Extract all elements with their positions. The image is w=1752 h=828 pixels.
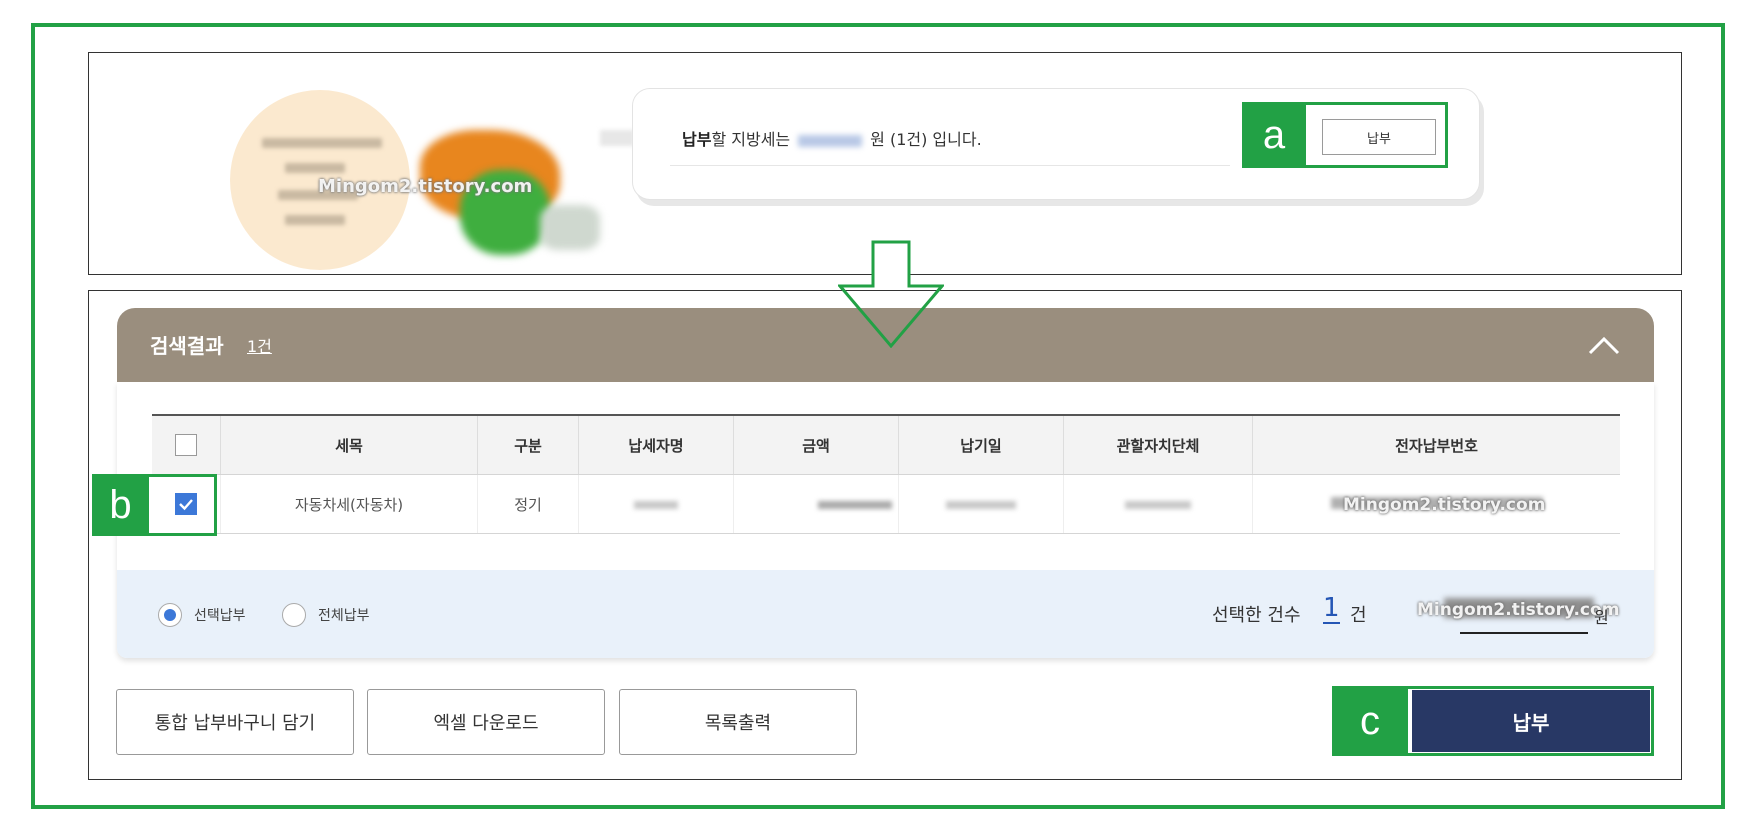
due-date-cell (898, 474, 1064, 534)
radio-all-label: 전체납부 (318, 608, 370, 624)
notice-text: 납부할 지방세는 원 (1건) 입니다. (682, 126, 982, 150)
blurred-value (946, 501, 1016, 509)
blurred-value (634, 501, 678, 509)
selected-count-label: 선택한 건수 (1212, 605, 1301, 626)
radio-all-payment[interactable] (282, 603, 306, 627)
annotation-a-label: a (1242, 102, 1306, 168)
chevron-up-icon[interactable] (1584, 326, 1624, 366)
col-header: 구분 (477, 414, 579, 475)
blurred-amount (798, 134, 863, 147)
blurred-value (1125, 501, 1191, 509)
total-underline (1460, 632, 1588, 634)
blurred-text-line (285, 163, 345, 173)
col-header: 관할자치단체 (1063, 414, 1253, 475)
amount-cell (733, 474, 899, 534)
annotation-c-label: c (1332, 686, 1408, 756)
results-title: 검색결과 (150, 334, 224, 358)
results-header (117, 308, 1654, 382)
results-count[interactable]: 1건 (247, 333, 272, 357)
col-header: 금액 (733, 414, 899, 475)
selected-count-unit: 건 (1350, 605, 1367, 626)
type-cell: 정기 (477, 474, 579, 534)
col-header: 전자납부번호 (1252, 414, 1620, 475)
col-header: 세목 (220, 414, 478, 475)
table-row: 자동차세(자동차) 정기 Mingom2.tistory.com (152, 474, 1620, 534)
add-to-cart-button[interactable]: 통합 납부바구니 담기 (116, 689, 354, 755)
notice-prefix: 할 지방세는 (711, 130, 791, 149)
blurred-text-line (285, 215, 345, 225)
col-header: 납기일 (898, 414, 1064, 475)
divider (670, 165, 1230, 166)
print-list-button[interactable]: 목록출력 (619, 689, 857, 755)
notice-suffix: 원 (1건) 입니다. (870, 130, 982, 149)
e-payment-number-cell: Mingom2.tistory.com (1252, 474, 1620, 534)
select-all-cell (152, 414, 221, 475)
blurred-text-line (262, 138, 382, 148)
municipality-cell (1063, 474, 1253, 534)
notice-pay-button[interactable]: 납부 (1322, 119, 1436, 155)
radio-selected-label: 선택납부 (194, 608, 246, 624)
col-header: 납세자명 (578, 414, 734, 475)
taxpayer-cell (578, 474, 734, 534)
excel-download-button[interactable]: 엑셀 다운로드 (367, 689, 605, 755)
bubble-tail (600, 130, 634, 146)
tax-item-cell: 자동차세(자동차) (220, 474, 478, 534)
blurred-value (818, 501, 892, 509)
total-unit: 원 (1594, 608, 1609, 627)
mascot-image-detail (540, 205, 600, 250)
results-table: 세목 구분 납세자명 금액 납기일 관할자치단체 전자납부번호 자동차세(자동차… (152, 414, 1620, 534)
table-header-row: 세목 구분 납세자명 금액 납기일 관할자치단체 전자납부번호 (152, 414, 1620, 475)
watermark: Mingom2.tistory.com (1343, 495, 1546, 515)
select-all-checkbox[interactable] (175, 434, 197, 456)
notice-bold: 납부 (682, 130, 712, 149)
radio-selected-payment[interactable] (158, 603, 182, 627)
watermark: Mingom2.tistory.com (1417, 600, 1620, 620)
annotation-b-label: b (92, 474, 149, 536)
selected-count-value: 1 (1323, 593, 1340, 624)
watermark: Mingom2.tistory.com (318, 176, 533, 197)
